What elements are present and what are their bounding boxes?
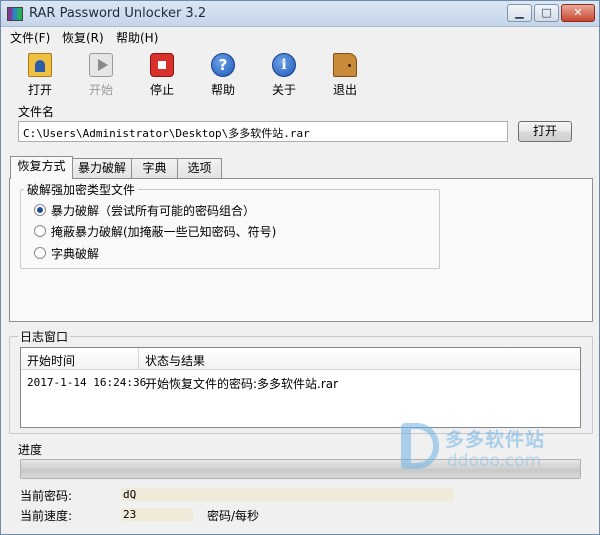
info-icon: i [272, 53, 296, 77]
progress-label: 进度 [18, 443, 43, 457]
toolbar-exit-button[interactable]: 退出 [320, 51, 370, 97]
window-title: RAR Password Unlocker 3.2 [29, 6, 207, 21]
maximize-button[interactable]: □ [534, 4, 559, 22]
toolbar-stop-button[interactable]: 停止 [137, 51, 187, 97]
log-group-label: 日志窗口 [18, 328, 71, 345]
log-table-header: 开始时间 状态与结果 [21, 348, 580, 370]
toolbar-start-label: 开始 [88, 83, 113, 97]
toolbar-help-label: 帮助 [210, 83, 235, 97]
menu-help[interactable]: 帮助(H) [116, 29, 158, 46]
menu-bar: 文件(F) 恢复(R) 帮助(H) [1, 27, 599, 47]
main-window: RAR Password Unlocker 3.2 ▁ □ ✕ 文件(F) 恢复… [0, 0, 600, 535]
tab-dictionary[interactable]: 字典 [131, 158, 178, 178]
toolbar-start-button[interactable]: 开始 [76, 51, 126, 97]
log-row-time: 2017-1-14 16:24:36 [27, 376, 147, 389]
winrar-app-icon [7, 7, 23, 21]
toolbar-help-button[interactable]: ? 帮助 [198, 51, 248, 97]
toolbar-about-button[interactable]: i 关于 [259, 51, 309, 97]
column-status[interactable]: 状态与结果 [145, 352, 205, 369]
door-exit-icon [333, 53, 357, 77]
toolbar-exit-label: 退出 [332, 83, 357, 97]
watermark-name: 多多软件站 [445, 429, 546, 451]
title-bar[interactable]: RAR Password Unlocker 3.2 ▁ □ ✕ [1, 1, 599, 27]
open-file-button[interactable]: 打开 [518, 121, 572, 142]
column-start-time[interactable]: 开始时间 [27, 352, 75, 369]
play-icon [89, 53, 113, 77]
watermark-d-icon [401, 423, 439, 469]
column-divider[interactable] [138, 348, 139, 370]
file-name-label: 文件名 [18, 105, 55, 119]
folder-open-icon [28, 53, 52, 77]
radio-brute-force-label: 暴力破解（尝试所有可能的密码组合） [51, 204, 256, 218]
toolbar-stop-label: 停止 [149, 83, 174, 97]
radio-mask-attack-label: 掩蔽暴力破解(加掩蔽一些已知密码、符号) [51, 225, 277, 239]
tab-options[interactable]: 选项 [177, 158, 222, 178]
menu-file[interactable]: 文件(F) [10, 29, 50, 46]
tab-recovery-method[interactable]: 恢复方式 [10, 156, 73, 179]
minimize-button[interactable]: ▁ [507, 4, 532, 22]
toolbar-about-label: 关于 [271, 83, 296, 97]
toolbar: 打开 开始 停止 ? 帮助 i 关于 退出 [1, 47, 599, 99]
speed-unit-label: 密码/每秒 [207, 509, 260, 523]
current-password-label: 当前密码: [20, 489, 73, 503]
tab-brute-force[interactable]: 暴力破解 [72, 158, 132, 178]
menu-recover[interactable]: 恢复(R) [62, 29, 104, 46]
radio-dictionary[interactable] [34, 247, 46, 259]
radio-brute-force[interactable] [34, 204, 46, 216]
current-password-value: dQ [121, 488, 454, 501]
close-button[interactable]: ✕ [561, 4, 595, 22]
toolbar-open-label: 打开 [27, 83, 52, 97]
radio-dictionary-label: 字典破解 [51, 247, 100, 261]
file-path-input[interactable]: C:\Users\Administrator\Desktop\多多软件站.rar [18, 121, 508, 142]
help-icon: ? [211, 53, 235, 77]
radio-mask-attack[interactable] [34, 225, 46, 237]
toolbar-open-button[interactable]: 打开 [15, 51, 65, 97]
log-table[interactable]: 开始时间 状态与结果 2017-1-14 16:24:36 开始恢复文件的密码:… [20, 347, 581, 428]
watermark-url: ddooo.com [447, 451, 542, 471]
encryption-group-label: 破解强加密类型文件 [24, 181, 139, 198]
stop-icon [150, 53, 174, 77]
watermark-logo: 多多软件站 ddooo.com [401, 423, 581, 473]
log-row-status: 开始恢复文件的密码:多多软件站.rar [145, 377, 339, 391]
current-speed-value: 23 [121, 508, 193, 521]
current-speed-label: 当前速度: [20, 509, 73, 523]
